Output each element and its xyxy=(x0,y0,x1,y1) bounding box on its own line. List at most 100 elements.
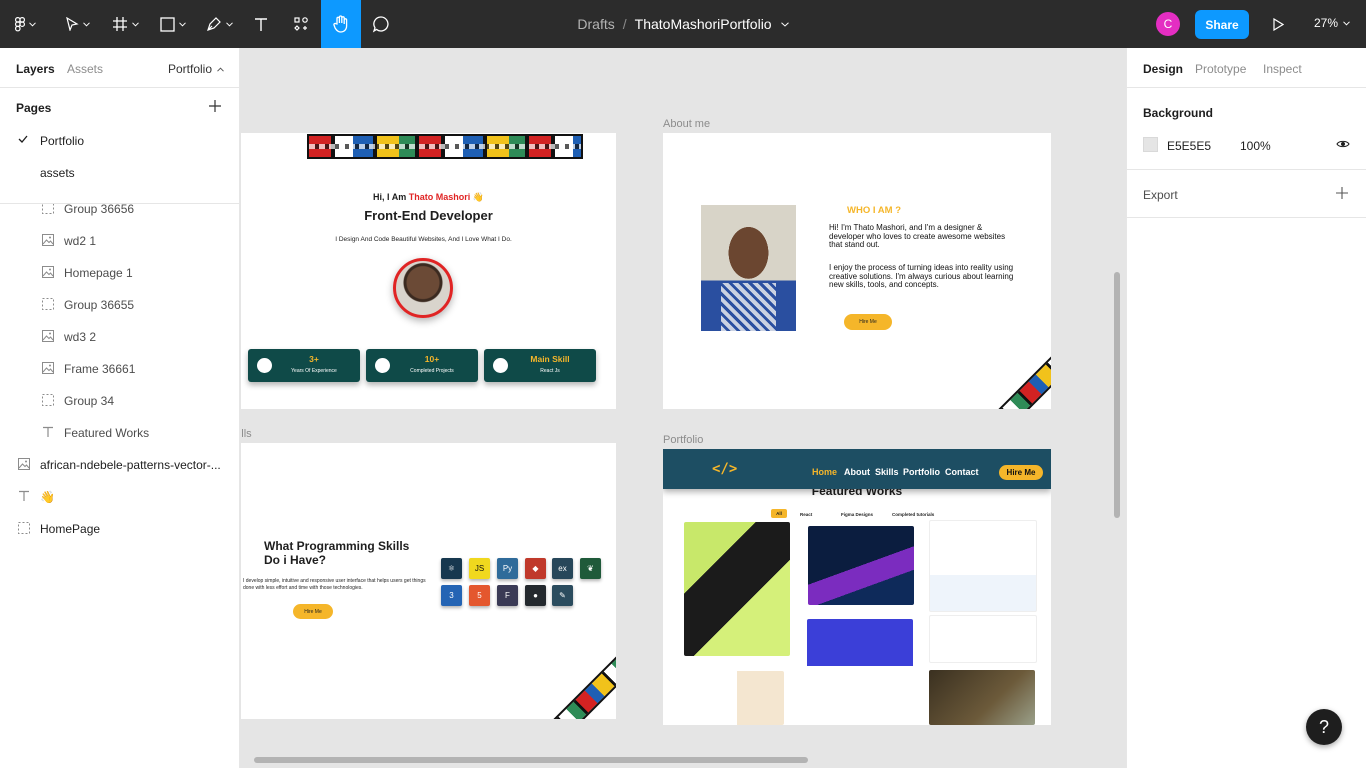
share-button[interactable]: Share xyxy=(1195,10,1249,39)
horizontal-scrollbar[interactable] xyxy=(254,757,808,763)
text-tool-button[interactable] xyxy=(246,0,276,48)
frame-label-skills[interactable]: Skills xyxy=(241,428,252,440)
hero-name: Thato Mashori xyxy=(408,192,471,202)
javascript-skill-icon: JS xyxy=(469,558,490,579)
express-skill-icon: ex xyxy=(552,558,573,579)
layer-row[interactable]: Frame 36661 xyxy=(0,352,240,384)
tab-design[interactable]: Design xyxy=(1143,62,1183,76)
filter-figma: Figma Designs xyxy=(841,512,874,517)
nav-contact: Contact xyxy=(945,467,979,477)
page-selector-label: Portfolio xyxy=(168,62,213,76)
toolbar: Drafts / ThatoMashoriPortfolio C Share 2… xyxy=(0,0,1366,48)
layer-row[interactable]: 👋 xyxy=(0,480,240,512)
image-icon xyxy=(42,266,54,278)
page-selector[interactable]: Portfolio xyxy=(168,62,224,76)
frame-label-portfolio[interactable]: Portfolio xyxy=(663,434,703,446)
layer-label: african-ndebele-patterns-vector-... xyxy=(40,458,221,472)
canvas[interactable]: Hi, I Am Thato Mashori 👋 Front-End Devel… xyxy=(241,48,1126,768)
present-button[interactable] xyxy=(1266,12,1290,36)
breadcrumb-drafts[interactable]: Drafts xyxy=(577,16,614,32)
background-title: Background xyxy=(1143,106,1214,120)
vertical-scrollbar[interactable] xyxy=(1114,272,1120,518)
layer-label: wd2 1 xyxy=(64,234,97,248)
project-thumbnail-app xyxy=(684,522,790,656)
layer-row[interactable]: HomePage xyxy=(0,512,240,544)
add-export-icon[interactable] xyxy=(1335,186,1349,200)
portfolio-frame[interactable]: Featured Works </> Home About Skills Por… xyxy=(663,449,1051,725)
layer-row[interactable]: Group 36655 xyxy=(0,288,240,320)
background-hex-input[interactable]: E5E5E5 xyxy=(1167,139,1211,153)
image-icon xyxy=(18,458,30,470)
chevron-down-icon xyxy=(28,21,36,27)
project-thumbnail-crypto xyxy=(807,619,913,723)
hero-profile-photo xyxy=(393,258,453,318)
frame-tool-button[interactable] xyxy=(108,0,142,48)
pen-tool-button[interactable] xyxy=(202,0,236,48)
hand-tool-button[interactable] xyxy=(321,0,361,48)
layer-row[interactable]: wd3 2 xyxy=(0,320,240,352)
figma-skill-icon: F xyxy=(497,585,518,606)
layer-row[interactable]: african-ndebele-patterns-vector-... xyxy=(0,448,240,480)
image-icon xyxy=(42,234,54,246)
help-button[interactable]: ? xyxy=(1306,709,1342,745)
about-frame[interactable]: WHO I AM ? Hi! I'm Thato Mashori, and I'… xyxy=(663,133,1051,409)
right-panel-tabs: Design Prototype Inspect xyxy=(1127,48,1366,88)
code-logo-icon: </> xyxy=(712,461,738,477)
homepage-frame[interactable]: Hi, I Am Thato Mashori 👋 Front-End Devel… xyxy=(241,133,616,409)
rectangle-icon xyxy=(160,16,175,32)
layer-label: Homepage 1 xyxy=(64,266,133,280)
ndebele-corner-pattern xyxy=(543,629,616,719)
zoom-menu[interactable]: 27% xyxy=(1314,16,1350,30)
skills-frame[interactable]: What Programming Skills Do i Have? I dev… xyxy=(241,443,616,719)
add-page-icon[interactable] xyxy=(208,99,222,113)
hero-greeting-text: Hi, I Am xyxy=(373,192,409,202)
layer-row[interactable]: Featured Works xyxy=(0,416,240,448)
page-item-portfolio[interactable]: Portfolio xyxy=(0,124,239,156)
stat-value: 3+ xyxy=(309,354,319,364)
figma-logo-icon xyxy=(14,16,25,31)
eye-icon[interactable] xyxy=(1336,137,1350,151)
comment-tool-button[interactable] xyxy=(366,0,396,48)
tab-inspect[interactable]: Inspect xyxy=(1263,62,1302,76)
layer-row[interactable]: Homepage 1 xyxy=(0,256,240,288)
layer-label: 👋 xyxy=(40,490,55,504)
nav-about: About xyxy=(844,467,870,477)
layer-row[interactable]: wd2 1 xyxy=(0,224,240,256)
tab-layers[interactable]: Layers xyxy=(16,62,55,76)
pen-icon xyxy=(206,17,221,31)
react-skill-icon: ⚛ xyxy=(441,558,462,579)
comment-icon xyxy=(372,16,389,33)
html-skill-icon: 5 xyxy=(469,585,490,606)
nav-home: Home xyxy=(812,467,838,477)
components-icon xyxy=(294,17,308,31)
chevron-down-icon xyxy=(131,21,139,27)
group-icon xyxy=(18,522,30,534)
shape-tool-button[interactable] xyxy=(156,0,190,48)
group-icon xyxy=(42,394,54,406)
page-item-assets[interactable]: assets xyxy=(0,156,239,188)
ndebele-corner-pattern xyxy=(987,320,1051,409)
layer-row[interactable]: Group 36656 xyxy=(0,204,240,224)
layer-row[interactable]: Group 34 xyxy=(0,384,240,416)
frame-label-about[interactable]: About me xyxy=(663,118,710,130)
tab-assets[interactable]: Assets xyxy=(67,62,103,76)
about-heading: WHO I AM ? xyxy=(847,205,901,216)
check-icon xyxy=(18,135,28,143)
resources-tool-button[interactable] xyxy=(286,0,316,48)
nav-portfolio: Portfolio xyxy=(903,467,940,477)
tab-prototype[interactable]: Prototype xyxy=(1195,62,1246,76)
user-avatar[interactable]: C xyxy=(1156,12,1180,36)
background-opacity-input[interactable]: 100% xyxy=(1240,139,1271,153)
file-name[interactable]: ThatoMashoriPortfolio xyxy=(635,16,772,32)
git-skill-icon: ◆ xyxy=(525,558,546,579)
main-menu-button[interactable] xyxy=(8,0,42,48)
hand-icon xyxy=(333,15,348,33)
zoom-level: 27% xyxy=(1314,16,1339,30)
stat-value: 10+ xyxy=(424,354,440,364)
move-tool-button[interactable] xyxy=(60,0,94,48)
chevron-down-icon[interactable] xyxy=(780,21,789,27)
project-thumbnail-library xyxy=(929,670,1035,725)
background-swatch[interactable] xyxy=(1143,137,1158,152)
layer-label: Group 36656 xyxy=(64,204,135,216)
nav-skills: Skills xyxy=(875,467,899,477)
